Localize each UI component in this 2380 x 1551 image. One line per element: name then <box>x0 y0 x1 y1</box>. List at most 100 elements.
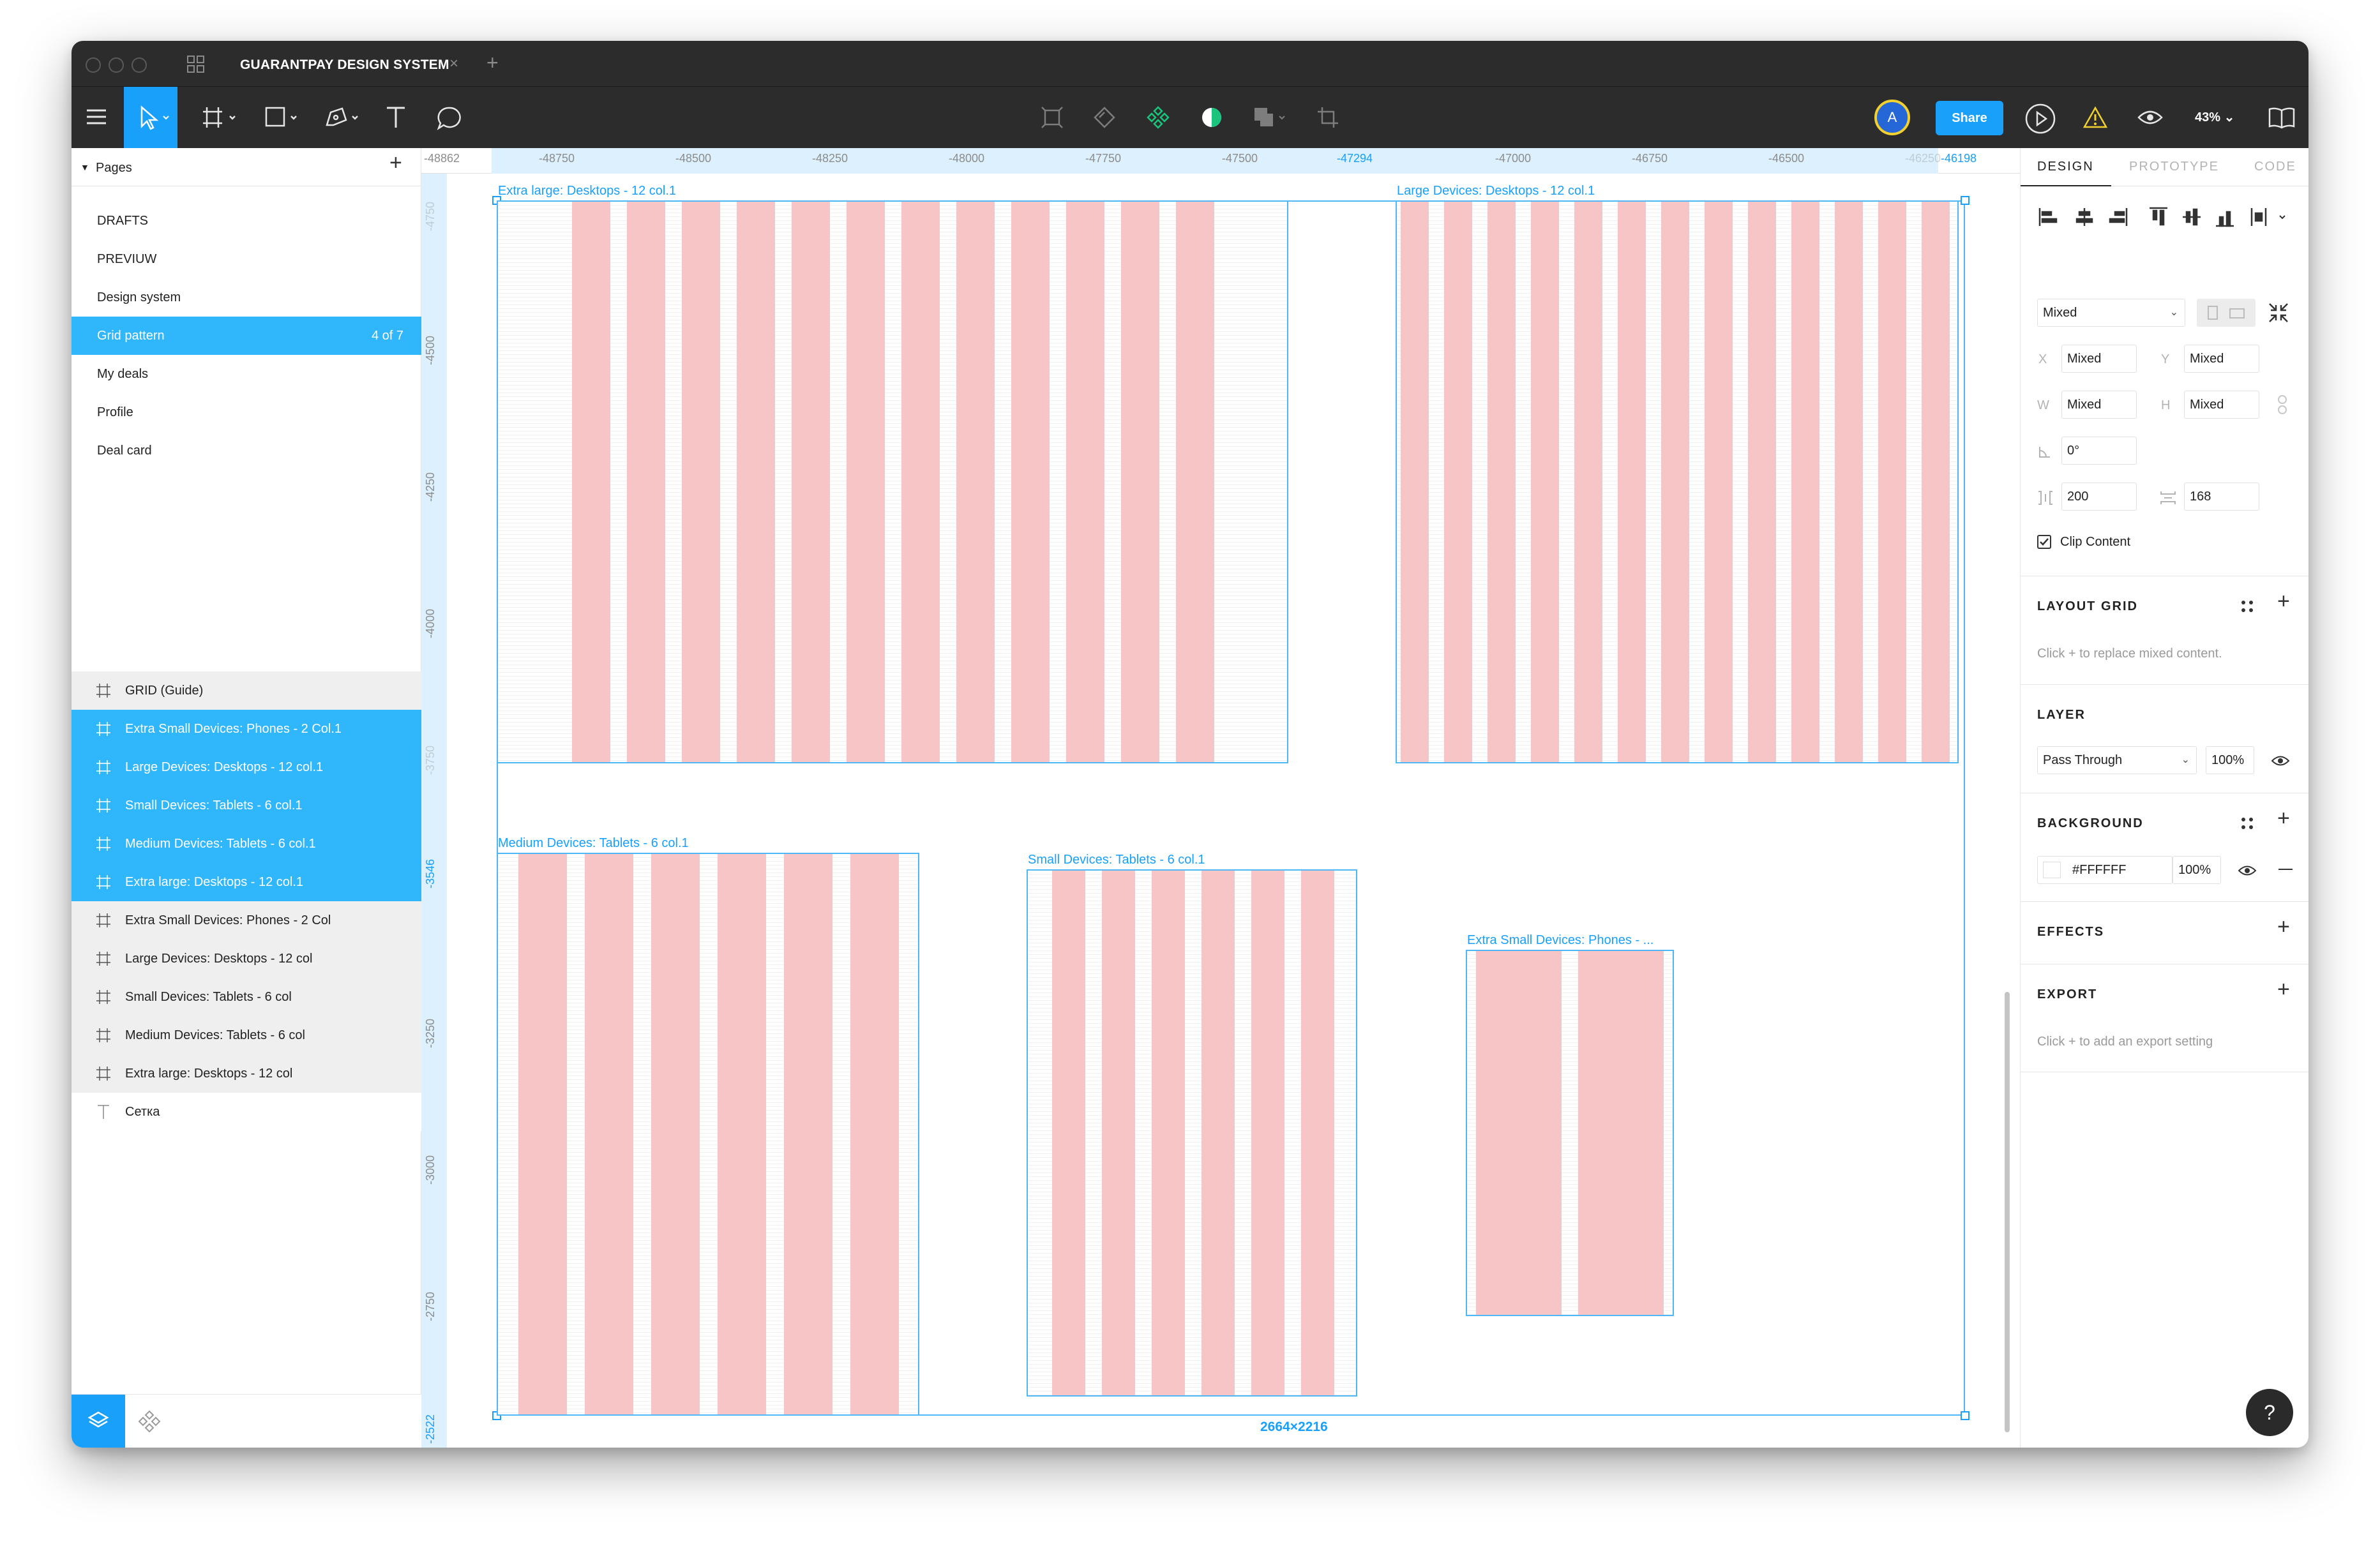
page-item[interactable]: PREVIUW <box>72 240 421 278</box>
resize-to-fit-icon[interactable] <box>2267 301 2290 324</box>
tab-code[interactable]: CODE <box>2254 160 2296 174</box>
layer-opacity-input[interactable]: 100% <box>2206 746 2254 774</box>
grid-column <box>572 202 610 762</box>
add-effect-icon[interactable]: + <box>2277 915 2290 940</box>
blend-mode-select[interactable]: Pass Through ⌄ <box>2037 746 2197 774</box>
pages-header[interactable]: ▼ Pages + <box>72 148 421 186</box>
page-item[interactable]: DRAFTS <box>72 202 421 240</box>
close-window-button[interactable] <box>86 57 101 73</box>
constrain-proportions-icon[interactable] <box>2276 394 2289 415</box>
pen-tool-icon[interactable] <box>324 106 363 129</box>
layer-row[interactable]: Сетка <box>72 1093 421 1131</box>
layer-row[interactable]: Small Devices: Tablets - 6 col <box>72 978 421 1016</box>
page-item[interactable]: My deals <box>72 355 421 393</box>
minimize-window-button[interactable] <box>109 57 124 73</box>
library-book-icon[interactable] <box>2268 106 2296 129</box>
comment-tool-icon[interactable] <box>437 106 462 130</box>
layer-row[interactable]: Large Devices: Desktops - 12 col <box>72 940 421 978</box>
resize-handle[interactable] <box>1961 1411 1970 1420</box>
layer-row-selected[interactable]: Large Devices: Desktops - 12 col.1 <box>72 748 421 786</box>
background-color-input[interactable]: #FFFFFF <box>2037 856 2173 884</box>
frame-label[interactable]: Small Devices: Tablets - 6 col.1 <box>1028 853 1205 867</box>
user-avatar[interactable]: A <box>1874 100 1910 135</box>
layer-row[interactable]: Extra large: Desktops - 12 col <box>72 1054 421 1093</box>
frame-tool-icon[interactable] <box>202 106 240 129</box>
warning-icon[interactable] <box>2082 106 2108 129</box>
layer-row[interactable]: GRID (Guide) <box>72 671 421 710</box>
frame-extra-small-phone[interactable] <box>1466 950 1674 1316</box>
y-input[interactable]: Mixed <box>2184 345 2259 373</box>
grid-menu-icon[interactable] <box>186 55 206 74</box>
layer-visibility-eye-icon[interactable] <box>2271 754 2290 768</box>
close-tab-icon[interactable]: × <box>449 55 458 73</box>
page-item[interactable]: Design system <box>72 278 421 317</box>
constraint-select[interactable]: Mixed ⌄ <box>2037 299 2185 327</box>
layers-tab-button[interactable] <box>72 1395 125 1448</box>
tab-prototype[interactable]: PROTOTYPE <box>2129 160 2219 174</box>
mask-icon[interactable] <box>1093 106 1116 129</box>
collapse-caret-icon[interactable]: ▼ <box>80 162 89 172</box>
add-background-icon[interactable]: + <box>2277 806 2290 831</box>
horizontal-spacing-input[interactable]: 200 <box>2061 483 2137 511</box>
vertical-spacing-input[interactable]: 168 <box>2184 483 2259 511</box>
layer-row-selected[interactable]: Extra Small Devices: Phones - 2 Col.1 <box>72 710 421 748</box>
zoom-dropdown[interactable]: 43% ⌄ <box>2195 87 2234 148</box>
background-visibility-eye-icon[interactable] <box>2238 864 2257 878</box>
assets-component-icon[interactable] <box>138 1410 161 1433</box>
view-eye-icon[interactable] <box>2137 107 2163 128</box>
layer-label: Extra large: Desktops - 12 col <box>125 1067 293 1081</box>
add-layout-grid-icon[interactable]: + <box>2277 589 2290 614</box>
boolean-operations-icon[interactable] <box>1253 106 1288 129</box>
layer-row[interactable]: Extra Small Devices: Phones - 2 Col <box>72 901 421 940</box>
resize-handle[interactable] <box>1961 196 1970 205</box>
main-menu-icon[interactable] <box>86 107 107 126</box>
page-item-selected[interactable]: Grid pattern 4 of 7 <box>72 317 421 355</box>
frame-medium-tablet[interactable] <box>497 853 919 1416</box>
grid-styles-icon[interactable] <box>2240 599 2254 613</box>
maximize-window-button[interactable] <box>132 57 147 73</box>
frame-extra-large-desktop[interactable] <box>497 200 1288 763</box>
help-button[interactable]: ? <box>2246 1389 2293 1436</box>
rotation-input[interactable]: 0° <box>2061 437 2137 465</box>
width-input[interactable]: Mixed <box>2061 391 2137 419</box>
add-page-icon[interactable]: + <box>389 151 402 176</box>
frame-orientation-toggle[interactable] <box>2197 299 2256 327</box>
text-tool-icon[interactable] <box>383 87 409 148</box>
tab-design[interactable]: DESIGN <box>2037 160 2094 174</box>
w-label: W <box>2037 398 2049 412</box>
x-input[interactable]: Mixed <box>2061 345 2137 373</box>
create-component-icon[interactable] <box>1147 106 1170 129</box>
frame-label[interactable]: Large Devices: Desktops - 12 col.1 <box>1397 184 1595 199</box>
move-tool-button[interactable] <box>124 87 177 148</box>
component-outline-icon[interactable] <box>1041 106 1064 129</box>
document-tab[interactable]: GUARANTPAY DESIGN SYSTEM <box>240 57 449 73</box>
theme-toggle-icon[interactable] <box>1200 106 1223 129</box>
add-tab-icon[interactable]: + <box>486 51 499 75</box>
page-item[interactable]: Profile <box>72 393 421 431</box>
remove-background-icon[interactable] <box>2278 869 2293 870</box>
ruler-tick: -46500 <box>1768 152 1805 165</box>
background-opacity-input[interactable]: 100% <box>2173 856 2221 884</box>
color-swatch[interactable] <box>2043 862 2061 878</box>
frame-label[interactable]: Extra Small Devices: Phones - ... <box>1467 933 1653 948</box>
frame-icon <box>96 913 110 927</box>
frame-large-desktop[interactable] <box>1396 200 1959 763</box>
frame-label[interactable]: Extra large: Desktops - 12 col.1 <box>498 184 676 199</box>
present-play-icon[interactable] <box>2024 102 2057 135</box>
frame-label[interactable]: Medium Devices: Tablets - 6 col.1 <box>498 836 689 851</box>
canvas[interactable]: -48862 -48750 -48500 -48250 -48000 -4775… <box>421 148 2020 1448</box>
layer-row-selected[interactable]: Small Devices: Tablets - 6 col.1 <box>72 786 421 825</box>
layer-row-selected[interactable]: Extra large: Desktops - 12 col.1 <box>72 863 421 901</box>
add-export-icon[interactable]: + <box>2277 977 2290 1002</box>
layer-row-selected[interactable]: Medium Devices: Tablets - 6 col.1 <box>72 825 421 863</box>
page-item[interactable]: Deal card <box>72 431 421 470</box>
background-styles-icon[interactable] <box>2240 816 2254 830</box>
layer-row[interactable]: Medium Devices: Tablets - 6 col <box>72 1016 421 1054</box>
frame-small-tablet[interactable] <box>1027 869 1357 1397</box>
rectangle-tool-icon[interactable] <box>264 106 303 129</box>
share-button[interactable]: Share <box>1936 101 2003 135</box>
height-input[interactable]: Mixed <box>2184 391 2259 419</box>
crop-icon[interactable] <box>1316 106 1339 129</box>
clip-content-checkbox[interactable] <box>2037 535 2051 549</box>
vertical-scrollbar[interactable] <box>2005 992 2010 1432</box>
